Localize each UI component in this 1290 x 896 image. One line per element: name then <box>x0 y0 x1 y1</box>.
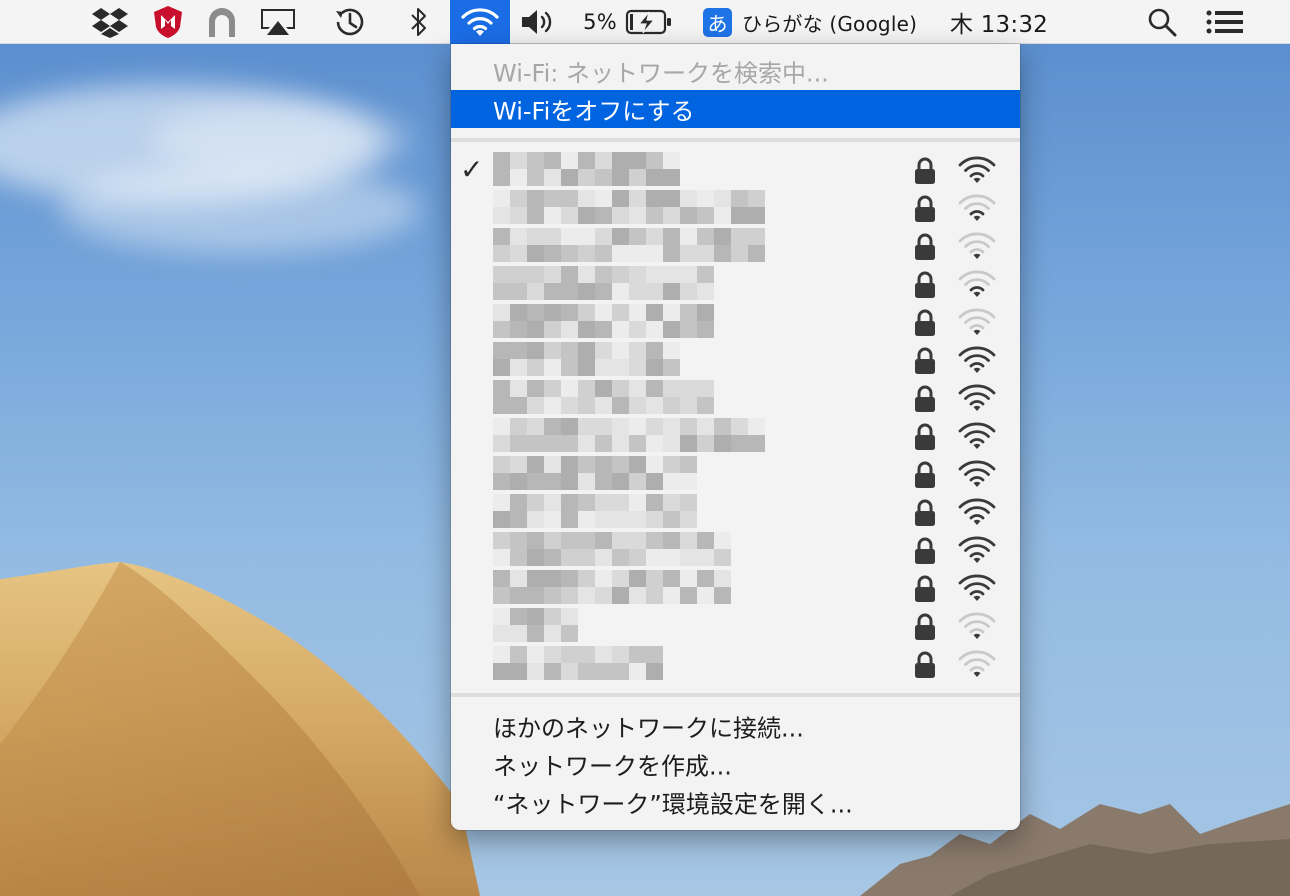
battery-charging-icon[interactable] <box>624 0 674 44</box>
wifi-signal-icon <box>957 156 997 188</box>
notification-center-icon[interactable] <box>1204 0 1246 44</box>
network-item[interactable] <box>451 454 1020 492</box>
network-item[interactable] <box>451 226 1020 264</box>
wifi-signal-icon <box>957 422 997 454</box>
volume-icon[interactable] <box>517 0 557 44</box>
airplay-icon[interactable] <box>256 0 300 44</box>
redacted-network-name <box>493 304 714 338</box>
arch-app-icon[interactable] <box>203 0 241 44</box>
redacted-network-name <box>493 152 681 186</box>
wifi-signal-icon <box>957 612 997 644</box>
open-network-preferences-item[interactable]: “ネットワーク”環境設定を開く... <box>451 783 1020 821</box>
wifi-dropdown-menu: Wi-Fi: ネットワークを検索中... Wi-Fiをオフにする ✓ ほかのネッ… <box>451 44 1020 830</box>
dropbox-icon[interactable] <box>90 0 130 44</box>
network-item[interactable] <box>451 378 1020 416</box>
lock-icon <box>913 385 937 417</box>
redacted-network-name <box>493 456 697 490</box>
lock-icon <box>913 271 937 303</box>
wifi-signal-icon <box>957 346 997 378</box>
lock-icon <box>913 347 937 379</box>
lock-icon <box>913 651 937 683</box>
redacted-network-name <box>493 380 714 414</box>
wifi-signal-icon <box>957 574 997 606</box>
lock-icon <box>913 613 937 645</box>
wifi-signal-icon <box>957 384 997 416</box>
redacted-network-name <box>493 570 731 604</box>
lock-icon <box>913 575 937 607</box>
wifi-signal-icon <box>957 460 997 492</box>
network-item[interactable] <box>451 416 1020 454</box>
redacted-network-name <box>493 418 765 452</box>
wifi-signal-icon <box>957 308 997 340</box>
network-item[interactable] <box>451 568 1020 606</box>
join-other-network-item[interactable]: ほかのネットワークに接続... <box>451 707 1020 745</box>
wifi-signal-icon <box>957 194 997 226</box>
wifi-signal-icon <box>957 498 997 530</box>
network-item[interactable] <box>451 188 1020 226</box>
input-method-menu[interactable]: ひらがな (Google) <box>742 0 924 44</box>
wifi-signal-icon <box>957 270 997 302</box>
redacted-network-name <box>493 342 680 376</box>
redacted-network-name <box>493 190 765 224</box>
network-item[interactable] <box>451 302 1020 340</box>
wifi-icon <box>461 8 499 36</box>
network-item[interactable]: ✓ <box>451 150 1020 188</box>
lock-icon <box>913 461 937 493</box>
redacted-network-name <box>493 494 697 528</box>
redacted-network-name <box>493 532 731 566</box>
mcafee-icon[interactable] <box>150 0 186 44</box>
create-network-item[interactable]: ネットワークを作成... <box>451 745 1020 783</box>
lock-icon <box>913 423 937 455</box>
time-machine-icon[interactable] <box>330 0 370 44</box>
redacted-network-name <box>493 646 663 680</box>
lock-icon <box>913 499 937 531</box>
network-item[interactable] <box>451 644 1020 682</box>
redacted-network-name <box>493 608 578 642</box>
input-method-badge[interactable]: あ <box>703 0 732 44</box>
battery-percent[interactable]: 5% <box>578 0 622 44</box>
network-item[interactable] <box>451 340 1020 378</box>
redacted-network-name <box>493 228 765 262</box>
wifi-signal-icon <box>957 232 997 264</box>
menu-bar: 5% あ ひらがな (Google) 木 13:32 <box>0 0 1290 44</box>
network-item[interactable] <box>451 606 1020 644</box>
menu-separator <box>451 693 1020 697</box>
network-item[interactable] <box>451 264 1020 302</box>
network-item[interactable] <box>451 492 1020 530</box>
bluetooth-icon[interactable] <box>404 0 434 44</box>
wifi-menu-button[interactable] <box>450 0 510 44</box>
checkmark-icon: ✓ <box>460 153 484 186</box>
lock-icon <box>913 537 937 569</box>
menubar-clock[interactable]: 木 13:32 <box>950 0 1062 44</box>
wifi-signal-icon <box>957 650 997 682</box>
redacted-network-name <box>493 266 714 300</box>
lock-icon <box>913 309 937 341</box>
lock-icon <box>913 195 937 227</box>
turn-wifi-off-item[interactable]: Wi-Fiをオフにする <box>451 90 1020 128</box>
network-item[interactable] <box>451 530 1020 568</box>
spotlight-search-icon[interactable] <box>1144 0 1180 44</box>
lock-icon <box>913 233 937 265</box>
lock-icon <box>913 157 937 189</box>
menu-separator <box>451 138 1020 142</box>
wifi-signal-icon <box>957 536 997 568</box>
wifi-status-item: Wi-Fi: ネットワークを検索中... <box>493 59 829 88</box>
